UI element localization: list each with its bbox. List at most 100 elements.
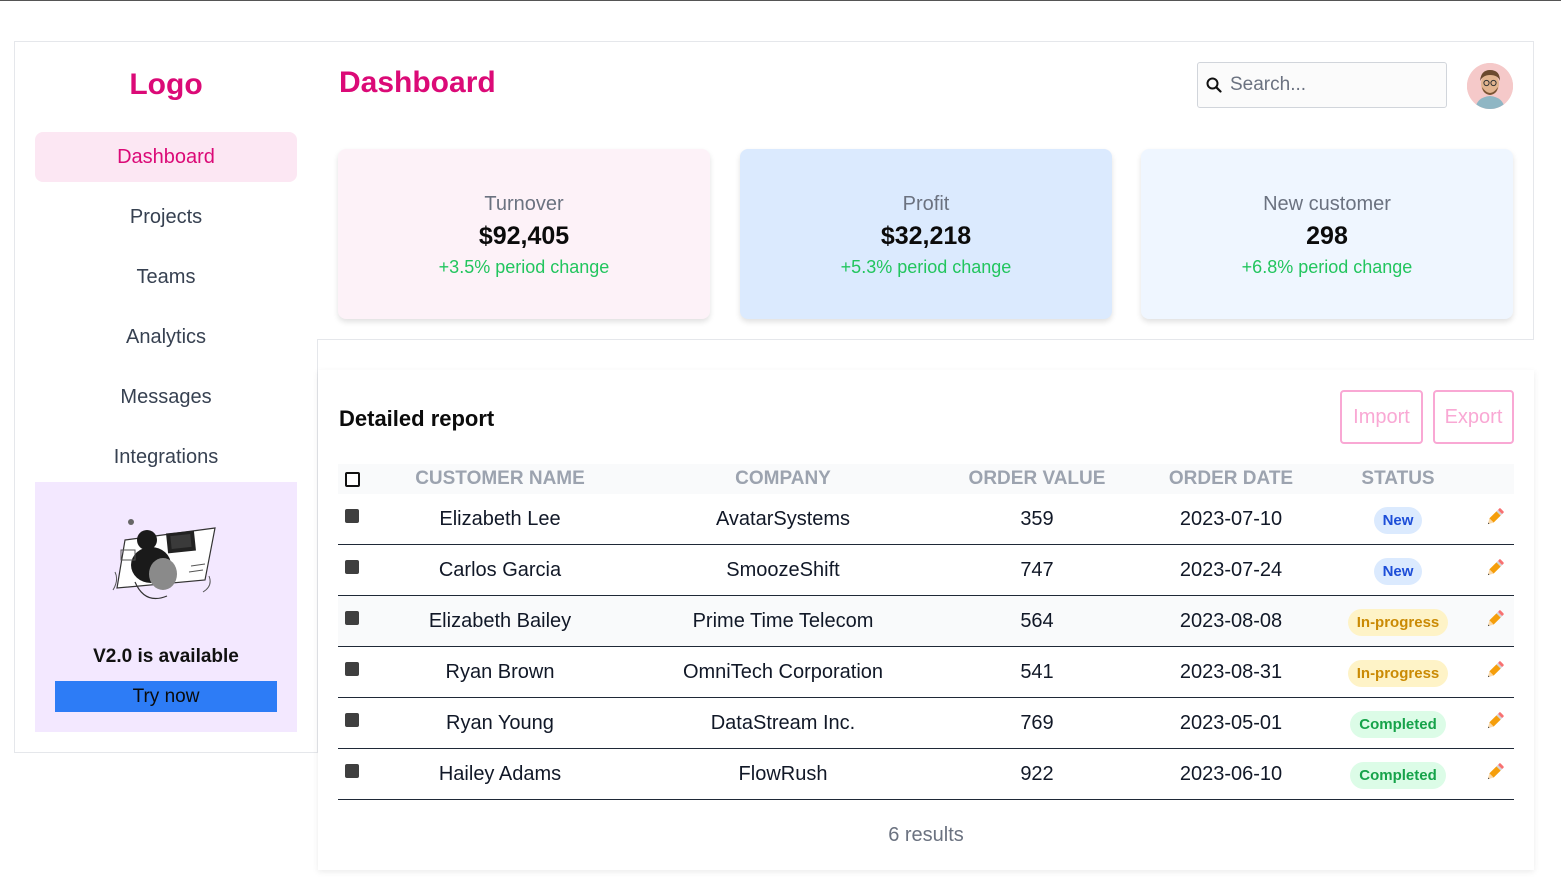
sidebar-item-teams[interactable]: Teams [35,252,297,302]
cell-order-date: 2023-07-24 [1179,558,1283,581]
cell-status: Completed [1320,760,1476,789]
edit-button[interactable] [1484,761,1506,783]
cell-order-date: 2023-05-01 [1179,711,1283,734]
status-badge: New [1373,506,1423,534]
edit-cell [1476,508,1514,528]
cell-status: New [1320,556,1476,585]
row-checkbox-cell [338,509,366,523]
cell-order-value: 769 [1020,711,1054,734]
table-row[interactable]: Elizabeth Lee AvatarSystems 359 2023-07-10 N… [338,494,1514,545]
stat-label: Turnover [484,193,564,215]
page-title: Dashboard [339,66,496,99]
cell-status: Completed [1320,709,1476,738]
top-header: Dashboard [317,41,1534,129]
report-title: Detailed report [339,406,495,431]
upgrade-promo-card: V2.0 is available Try now [35,482,297,732]
stat-change: +3.5% period change [438,257,610,277]
row-checkbox[interactable] [345,764,359,778]
row-checkbox[interactable] [345,713,359,727]
cell-company: SmoozeShift [726,558,840,581]
pencil-icon [1487,763,1504,780]
person-at-desk-illustration [112,519,216,600]
cell-order-date: 2023-06-10 [1179,762,1283,785]
stat-card-turnover: Turnover $92,405 +3.5% period change [338,149,710,319]
select-all-cell [338,471,366,487]
column-header-order-date[interactable]: ORDER DATE [1142,468,1320,490]
cell-order-date: 2023-07-10 [1179,507,1283,530]
row-checkbox[interactable] [345,662,359,676]
status-badge: In-progress [1347,608,1449,636]
edit-cell [1476,610,1514,630]
user-avatar[interactable] [1467,63,1513,109]
stat-value: 298 [1306,222,1348,250]
sidebar-item-integrations[interactable]: Integrations [35,432,297,482]
table-header: CUSTOMER NAME COMPANY ORDER VALUE ORDER … [338,464,1514,494]
table-row[interactable]: Ryan Brown OmniTech Corporation 541 2023-08… [338,647,1514,698]
status-badge: In-progress [1347,659,1449,687]
row-checkbox[interactable] [345,509,359,523]
stat-card-profit: Profit $32,218 +5.3% period change [740,149,1112,319]
sidebar-item-messages[interactable]: Messages [35,372,297,422]
export-button[interactable]: Export [1433,390,1514,444]
table-row[interactable]: Elizabeth Bailey Prime Time Telecom 564 202… [338,596,1514,647]
cell-company: OmniTech Corporation [682,660,884,683]
pencil-icon [1487,712,1504,729]
table-row[interactable]: Carlos Garcia SmoozeShift 747 2023-07-24 New [338,545,1514,596]
sidebar-item-analytics[interactable]: Analytics [35,312,297,362]
cell-customer-name: Elizabeth Bailey [428,609,572,632]
table-row[interactable]: Hailey Adams FlowRush 922 2023-06-10 Complet… [338,749,1514,800]
stat-value: $32,218 [880,222,972,250]
cell-company: DataStream Inc. [710,711,856,734]
stat-change: +5.3% period change [840,257,1012,277]
cell-status: In-progress [1320,607,1476,636]
try-now-button[interactable]: Try now [55,681,277,712]
edit-button[interactable] [1484,659,1506,681]
edit-cell [1476,763,1514,783]
stats-row: Turnover $92,405 +3.5% period change Pro… [317,128,1534,340]
stat-card-new-customer: New customer 298 +6.8% period change [1141,149,1513,319]
row-checkbox[interactable] [345,611,359,625]
cell-customer-name: Hailey Adams [438,762,562,785]
row-checkbox-cell [338,560,366,574]
cell-company: Prime Time Telecom [692,609,874,632]
sidebar-item-projects[interactable]: Projects [35,192,297,242]
edit-cell [1476,712,1514,732]
column-header-order-value[interactable]: ORDER VALUE [932,468,1142,490]
edit-cell [1476,661,1514,681]
results-count: 6 results [888,824,964,846]
status-badge: Completed [1350,710,1446,738]
top-border [0,0,1561,1]
edit-button[interactable] [1484,710,1506,732]
search-input[interactable] [1230,74,1430,96]
column-header-status[interactable]: STATUS [1320,468,1476,490]
pencil-icon [1487,610,1504,627]
column-header-customer-name[interactable]: CUSTOMER NAME [366,468,634,490]
cell-customer-name: Elizabeth Lee [439,507,561,530]
edit-button[interactable] [1484,608,1506,630]
pencil-icon [1487,508,1504,525]
cell-order-date: 2023-08-08 [1179,609,1283,632]
select-all-checkbox[interactable] [344,471,360,487]
sidebar: Logo Dashboard Projects Teams Analytics … [14,41,318,753]
table-row[interactable]: Ryan Young DataStream Inc. 769 2023-05-01 Co… [338,698,1514,749]
search-box[interactable] [1197,62,1447,108]
stat-label: Profit [902,193,950,215]
edit-button[interactable] [1484,557,1506,579]
sidebar-nav: Dashboard Projects Teams Analytics Messa… [35,132,297,492]
row-checkbox[interactable] [345,560,359,574]
stat-value: $92,405 [478,222,570,250]
cell-order-value: 922 [1020,762,1054,785]
avatar-portrait [1467,63,1513,109]
sidebar-item-dashboard[interactable]: Dashboard [35,132,297,182]
pencil-icon [1487,661,1504,678]
import-button[interactable]: Import [1340,390,1423,444]
detailed-report-panel: Detailed report Import Export CUSTOMER N… [318,370,1534,870]
column-header-company[interactable]: COMPANY [634,468,932,490]
status-badge: Completed [1350,761,1446,789]
cell-customer-name: Ryan Young [446,711,554,734]
stat-change: +6.8% period change [1241,257,1413,277]
cell-order-value: 747 [1020,558,1054,581]
edit-button[interactable] [1484,506,1506,528]
cell-status: In-progress [1320,658,1476,687]
cell-customer-name: Carlos Garcia [438,558,562,581]
